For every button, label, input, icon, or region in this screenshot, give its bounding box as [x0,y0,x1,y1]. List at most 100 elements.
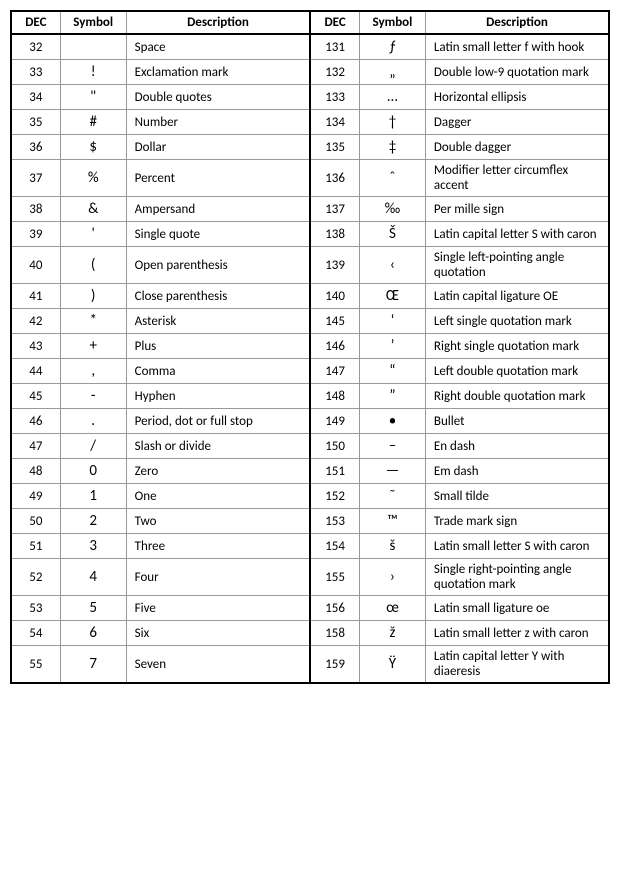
cell-dec: 153 [310,509,359,534]
cell-description: Two [126,509,310,534]
cell-symbol: ™ [359,509,425,534]
header-symbol-left: Symbol [60,11,126,34]
cell-dec: 135 [310,135,359,160]
cell-dec: 149 [310,409,359,434]
cell-dec: 37 [11,160,60,197]
cell-symbol: " [60,85,126,110]
cell-dec: 32 [11,34,60,60]
table-row: 535Five156œLatin small ligature oe [11,596,609,621]
cell-description: Dollar [126,135,310,160]
cell-symbol: ! [60,60,126,85]
cell-symbol: „ [359,60,425,85]
header-desc-left: Description [126,11,310,34]
cell-symbol: * [60,309,126,334]
cell-symbol: 4 [60,559,126,596]
cell-description: Comma [126,359,310,384]
cell-dec: 136 [310,160,359,197]
cell-description: Space [126,34,310,60]
cell-description: Double low-9 quotation mark [425,60,609,85]
cell-dec: 131 [310,34,359,60]
table-row: 502Two153™Trade mark sign [11,509,609,534]
cell-dec: 38 [11,197,60,222]
cell-symbol: ' [60,222,126,247]
table-row: 491One152˜Small tilde [11,484,609,509]
cell-description: Right single quotation mark [425,334,609,359]
cell-dec: 139 [310,247,359,284]
cell-dec: 137 [310,197,359,222]
cell-dec: 156 [310,596,359,621]
table-row: 45-Hyphen148”Right double quotation mark [11,384,609,409]
table-body: 32Space131ƒLatin small letter f with hoo… [11,34,609,683]
cell-dec: 50 [11,509,60,534]
table-row: 46.Period, dot or full stop149•Bullet [11,409,609,434]
cell-dec: 33 [11,60,60,85]
cell-dec: 134 [310,110,359,135]
cell-dec: 150 [310,434,359,459]
cell-description: Left double quotation mark [425,359,609,384]
cell-symbol: Œ [359,284,425,309]
cell-description: Five [126,596,310,621]
cell-symbol: # [60,110,126,135]
cell-description: Plus [126,334,310,359]
cell-description: Percent [126,160,310,197]
cell-dec: 45 [11,384,60,409]
cell-description: Slash or divide [126,434,310,459]
table-row: 33!Exclamation mark132„Double low-9 quot… [11,60,609,85]
cell-symbol: ( [60,247,126,284]
cell-dec: 151 [310,459,359,484]
cell-symbol: $ [60,135,126,160]
cell-description: Horizontal ellipsis [425,85,609,110]
cell-description: Trade mark sign [425,509,609,534]
cell-dec: 148 [310,384,359,409]
cell-description: Four [126,559,310,596]
cell-symbol: ‘ [359,309,425,334]
cell-description: Latin small ligature oe [425,596,609,621]
cell-symbol: + [60,334,126,359]
cell-symbol: - [60,384,126,409]
cell-description: Dagger [425,110,609,135]
table-row: 41)Close parenthesis140ŒLatin capital li… [11,284,609,309]
table-row: 480Zero151—Em dash [11,459,609,484]
table-row: 38&Ampersand137‰Per mille sign [11,197,609,222]
cell-symbol: — [359,459,425,484]
cell-dec: 34 [11,85,60,110]
cell-description: Ampersand [126,197,310,222]
cell-description: Latin small letter f with hook [425,34,609,60]
cell-dec: 49 [11,484,60,509]
cell-dec: 35 [11,110,60,135]
table-row: 39'Single quote138ŠLatin capital letter … [11,222,609,247]
cell-description: Zero [126,459,310,484]
table-row: 44,Comma147“Left double quotation mark [11,359,609,384]
cell-description: En dash [425,434,609,459]
cell-symbol: ˆ [359,160,425,197]
cell-dec: 39 [11,222,60,247]
cell-symbol: œ [359,596,425,621]
cell-symbol: & [60,197,126,222]
cell-symbol: ˜ [359,484,425,509]
cell-dec: 147 [310,359,359,384]
cell-symbol: – [359,434,425,459]
cell-description: Single quote [126,222,310,247]
cell-dec: 52 [11,559,60,596]
cell-description: Latin capital ligature OE [425,284,609,309]
cell-description: Single right-pointing angle quotation ma… [425,559,609,596]
cell-symbol: š [359,534,425,559]
cell-description: Single left-pointing angle quotation [425,247,609,284]
table-row: 557Seven159ŸLatin capital letter Y with … [11,646,609,684]
cell-description: Period, dot or full stop [126,409,310,434]
cell-description: Double dagger [425,135,609,160]
table-row: 546Six158žLatin small letter z with caro… [11,621,609,646]
cell-description: Small tilde [425,484,609,509]
cell-symbol: 2 [60,509,126,534]
table-row: 513Three154šLatin small letter S with ca… [11,534,609,559]
cell-symbol: 7 [60,646,126,684]
cell-dec: 43 [11,334,60,359]
cell-dec: 154 [310,534,359,559]
cell-description: Hyphen [126,384,310,409]
header-row: DEC Symbol Description DEC Symbol Descri… [11,11,609,34]
cell-symbol: › [359,559,425,596]
cell-description: Per mille sign [425,197,609,222]
cell-symbol: ž [359,621,425,646]
cell-description: One [126,484,310,509]
cell-description: Asterisk [126,309,310,334]
